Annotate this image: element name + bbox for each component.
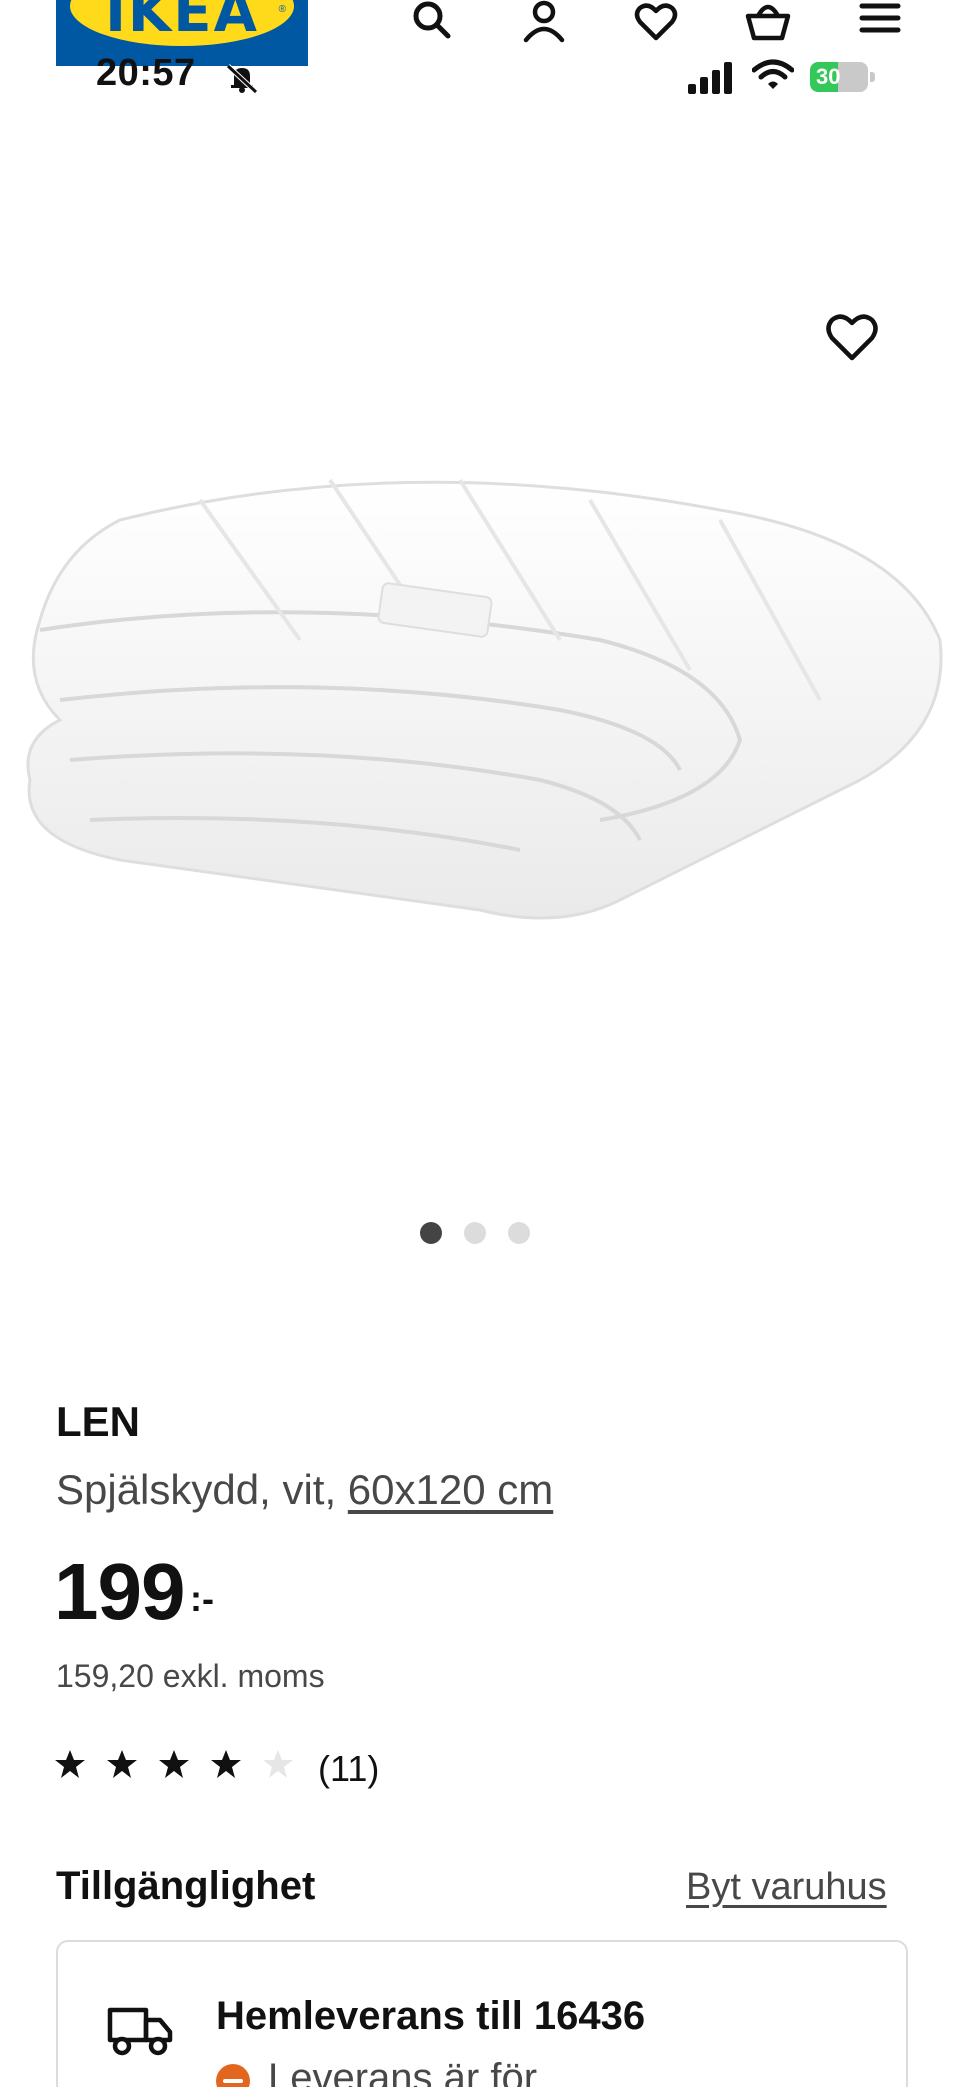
search-icon[interactable] (406, 0, 458, 48)
logo-text: IKEA (105, 0, 259, 45)
delivery-title: Hemleverans till 16436 (216, 1994, 646, 2038)
price-excl-vat: 159,20 exkl. moms (56, 1658, 325, 1694)
menu-icon[interactable] (854, 0, 906, 48)
gallery-dot-1[interactable] (420, 1222, 442, 1244)
availability-title: Tillgänglighet (56, 1864, 316, 1908)
product-description: Spjälskydd, vit, 60x120 cm (56, 1466, 553, 1514)
truck-icon (107, 2007, 173, 2056)
product-image-bumper (26, 478, 943, 920)
wifi-icon (752, 59, 794, 89)
review-count[interactable]: (11) (318, 1748, 379, 1790)
gallery-dot-3[interactable] (508, 1222, 530, 1244)
unavailable-status-icon (216, 2064, 250, 2087)
star-empty-icon (263, 1750, 293, 1778)
signal-icon (688, 62, 732, 94)
add-to-favourites-heart-icon[interactable] (822, 308, 882, 368)
product-price: 199 (54, 1547, 185, 1636)
status-time: 20:57 (96, 52, 196, 94)
basket-icon[interactable] (742, 0, 794, 48)
battery-level: 30 (816, 64, 841, 89)
star-filled-icon (211, 1750, 241, 1778)
battery-indicator: 30 (810, 62, 876, 92)
battery-tip (870, 72, 875, 82)
star-filled-icon (55, 1750, 85, 1778)
rating-stars[interactable] (54, 1748, 294, 1780)
site-header: IKEA ® 20:57 30 (0, 0, 960, 120)
heart-icon[interactable] (630, 0, 682, 48)
delivery-status-text: Leverans är för (268, 2056, 538, 2087)
logo-registered-mark: ® (278, 4, 286, 15)
user-icon[interactable] (518, 0, 570, 48)
silent-bell-icon (226, 64, 258, 94)
product-size-link[interactable]: 60x120 cm (348, 1466, 553, 1513)
gallery-dot-2[interactable] (464, 1222, 486, 1244)
product-name: LEN (56, 1398, 140, 1445)
change-store-link[interactable]: Byt varuhus (686, 1866, 887, 1909)
star-filled-icon (107, 1750, 137, 1778)
battery-body: 30 (810, 62, 868, 92)
price-suffix: :- (190, 1578, 214, 1619)
star-filled-icon (159, 1750, 189, 1778)
product-type-color: Spjälskydd, vit, (56, 1466, 348, 1513)
gallery-pagination[interactable] (420, 1222, 530, 1244)
home-delivery-card[interactable]: Hemleverans till 16436 Leverans är för (56, 1940, 908, 2087)
